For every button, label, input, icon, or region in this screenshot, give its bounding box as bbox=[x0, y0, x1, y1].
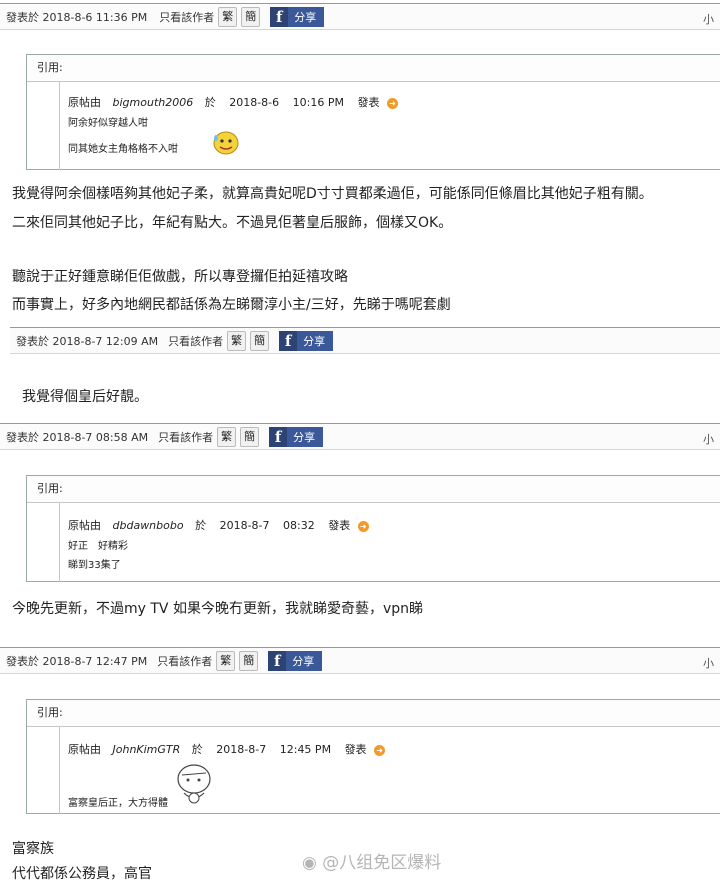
original-post-line: 原帖由 JohnKimGTR 於 2018-8-7 12:45 PM 發表 ➜ bbox=[68, 741, 386, 757]
cartoon-doodle-icon bbox=[177, 764, 211, 804]
traditional-button[interactable]: 繁 bbox=[217, 426, 237, 447]
orig-at: 於 bbox=[191, 743, 203, 756]
facebook-icon: f bbox=[269, 426, 288, 447]
orig-post-label: 發表 bbox=[344, 743, 367, 756]
only-author-link[interactable]: 只看該作者 bbox=[159, 9, 214, 25]
quote-time: 10:16 PM bbox=[292, 96, 344, 109]
weibo-icon: ◉ bbox=[302, 853, 317, 873]
only-author-link[interactable]: 只看該作者 bbox=[168, 333, 223, 349]
post-timestamp: 發表於 2018-8-7 08:58 AM bbox=[6, 430, 149, 444]
post-body-line: 代代都係公務員，高官 bbox=[12, 866, 152, 882]
post-body-line: 我覺得阿余個樣唔夠其他妃子柔，就算高貴妃呢D寸寸買都柔過佢，可能係同佢條眉比其他… bbox=[12, 186, 653, 202]
quote-line: 好正 好精彩 bbox=[68, 541, 128, 552]
post-body-line: 聽說于正好鍾意睇佢佢做戲，所以專登攞佢拍延禧攻略 bbox=[12, 269, 348, 285]
quote-author[interactable]: bigmouth2006 bbox=[113, 96, 194, 109]
facebook-share-button[interactable]: f 分享 bbox=[279, 330, 334, 351]
only-author-link[interactable]: 只看該作者 bbox=[157, 653, 212, 669]
quote-line: 阿余好似穿越人咁 bbox=[68, 118, 148, 129]
orig-prefix: 原帖由 bbox=[68, 519, 101, 532]
traditional-button[interactable]: 繁 bbox=[227, 330, 247, 351]
simplified-button[interactable]: 簡 bbox=[241, 6, 261, 27]
share-label: 分享 bbox=[303, 334, 326, 348]
share-label: 分享 bbox=[294, 10, 317, 24]
share-label: 分享 bbox=[292, 654, 315, 668]
only-author-link[interactable]: 只看該作者 bbox=[158, 429, 213, 445]
quote-date: 2018-8-7 bbox=[216, 743, 267, 756]
simplified-button[interactable]: 簡 bbox=[239, 650, 259, 671]
traditional-button[interactable]: 繁 bbox=[216, 650, 236, 671]
quote-label: 引用: bbox=[27, 55, 720, 82]
quote-author[interactable]: JohnKimGTR bbox=[113, 743, 181, 756]
quote-content: 原帖由 dbdawnbobo 於 2018-8-7 08:32 發表 ➜ 好正 … bbox=[59, 503, 720, 582]
quote-line: 富察皇后正，大方得體 bbox=[68, 798, 168, 809]
post-body-line: 富察族 bbox=[12, 841, 54, 857]
quote-label: 引用: bbox=[27, 476, 720, 503]
post-header: 發表於 2018-8-7 08:58 AM 只看該作者 繁 簡 f 分享 小 bbox=[0, 423, 720, 450]
post-timestamp: 發表於 2018-8-7 12:47 PM bbox=[6, 654, 148, 668]
quote-date: 2018-8-7 bbox=[219, 519, 270, 532]
original-post-line: 原帖由 bigmouth2006 於 2018-8-6 10:16 PM 發表 … bbox=[68, 94, 398, 110]
quote-box: 引用: 原帖由 JohnKimGTR 於 2018-8-7 12:45 PM 發… bbox=[26, 699, 720, 814]
post-body-line: 二來佢同其他妃子比，年紀有點大。不過見佢著皇后服飾，個樣又OK。 bbox=[12, 215, 453, 231]
facebook-icon: f bbox=[268, 650, 287, 671]
quote-time: 12:45 PM bbox=[279, 743, 332, 756]
orig-post-label: 發表 bbox=[357, 96, 380, 109]
traditional-button[interactable]: 繁 bbox=[218, 6, 238, 27]
font-size-toggle[interactable]: 小 bbox=[703, 655, 714, 671]
orig-prefix: 原帖由 bbox=[68, 96, 101, 109]
goto-post-icon[interactable]: ➜ bbox=[357, 520, 369, 532]
quote-author[interactable]: dbdawnbobo bbox=[113, 519, 184, 532]
quote-time: 08:32 bbox=[283, 519, 315, 532]
post-header: 發表於 2018-8-7 12:09 AM 只看該作者 繁 簡 f 分享 bbox=[10, 327, 720, 354]
goto-post-icon[interactable]: ➜ bbox=[386, 97, 398, 109]
orig-at: 於 bbox=[195, 519, 207, 532]
watermark: ◉ @八组免区爆料 bbox=[302, 848, 441, 873]
orig-at: 於 bbox=[204, 96, 216, 109]
quote-box: 引用: 原帖由 bigmouth2006 於 2018-8-6 10:16 PM… bbox=[26, 54, 720, 170]
quote-content: 原帖由 JohnKimGTR 於 2018-8-7 12:45 PM 發表 ➜ … bbox=[59, 727, 720, 814]
quote-line: 睇到33集了 bbox=[68, 560, 121, 571]
simplified-button[interactable]: 簡 bbox=[250, 330, 270, 351]
facebook-icon: f bbox=[270, 6, 289, 27]
post-header: 發表於 2018-8-7 12:47 PM 只看該作者 繁 簡 f 分享 小 bbox=[0, 647, 720, 674]
quote-label: 引用: bbox=[27, 700, 720, 727]
original-post-line: 原帖由 dbdawnbobo 於 2018-8-7 08:32 發表 ➜ bbox=[68, 517, 369, 533]
quote-content: 原帖由 bigmouth2006 於 2018-8-6 10:16 PM 發表 … bbox=[59, 82, 720, 170]
share-label: 分享 bbox=[293, 430, 316, 444]
facebook-icon: f bbox=[279, 330, 298, 351]
facebook-share-button[interactable]: f 分享 bbox=[270, 6, 325, 27]
quote-date: 2018-8-6 bbox=[229, 96, 280, 109]
post-body-line: 今晚先更新，不過my TV 如果今晚冇更新，我就睇愛奇藝，vpn睇 bbox=[12, 601, 423, 617]
font-size-toggle[interactable]: 小 bbox=[703, 11, 714, 27]
watermark-text: @八组免区爆料 bbox=[322, 853, 442, 873]
facebook-share-button[interactable]: f 分享 bbox=[269, 426, 324, 447]
font-size-toggle[interactable]: 小 bbox=[703, 431, 714, 447]
post-body-line: 而事實上，好多內地網民都話係為左睇爾淳小主/三好，先睇于嗎呢套劇 bbox=[12, 297, 451, 313]
quote-line: 同其她女主角格格不入咁 bbox=[68, 144, 178, 155]
sweat-smiley-icon bbox=[213, 131, 239, 155]
goto-post-icon[interactable]: ➜ bbox=[374, 744, 386, 756]
post-timestamp: 發表於 2018-8-6 11:36 PM bbox=[6, 10, 148, 24]
orig-post-label: 發表 bbox=[328, 519, 351, 532]
post-body-line: 我覺得個皇后好靚。 bbox=[22, 389, 148, 405]
facebook-share-button[interactable]: f 分享 bbox=[268, 650, 323, 671]
orig-prefix: 原帖由 bbox=[68, 743, 101, 756]
simplified-button[interactable]: 簡 bbox=[240, 426, 260, 447]
post-header: 發表於 2018-8-6 11:36 PM 只看該作者 繁 簡 f 分享 小 bbox=[0, 3, 720, 30]
quote-box: 引用: 原帖由 dbdawnbobo 於 2018-8-7 08:32 發表 ➜… bbox=[26, 475, 720, 582]
post-timestamp: 發表於 2018-8-7 12:09 AM bbox=[16, 334, 159, 348]
